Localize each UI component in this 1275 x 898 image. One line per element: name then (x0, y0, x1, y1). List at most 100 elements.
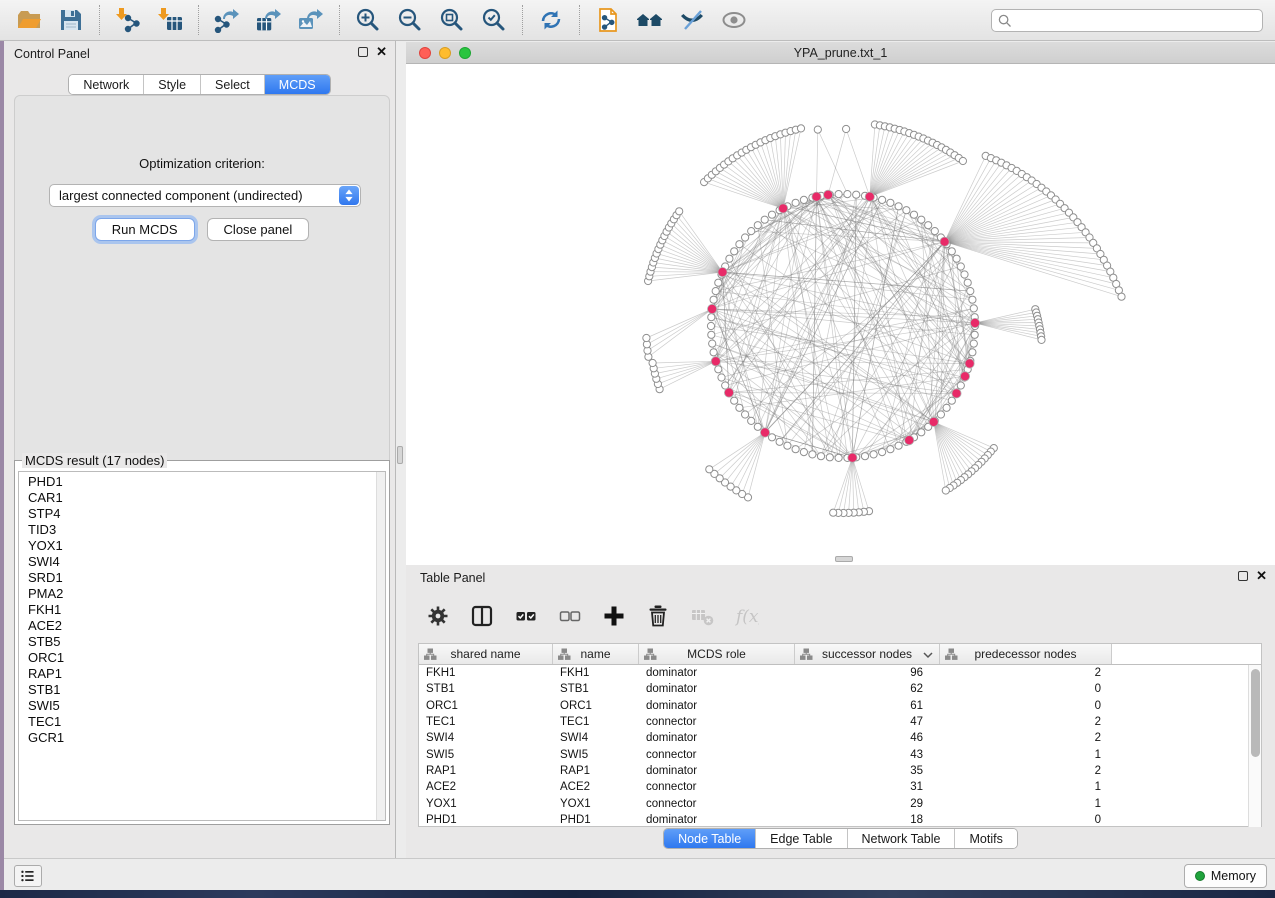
tab-mcds[interactable]: MCDS (265, 75, 330, 94)
show-all-icon[interactable] (719, 5, 749, 35)
show-columns-icon[interactable] (467, 601, 497, 631)
tab-node-table[interactable]: Node Table (664, 829, 756, 848)
column-header-shared-name[interactable]: shared name (419, 644, 553, 664)
table-scrollbar-thumb[interactable] (1251, 669, 1260, 757)
cell-shared-name: PHD1 (419, 814, 553, 826)
toolbar-separator (339, 5, 340, 35)
table-row[interactable]: ORC1ORC1dominator610 (419, 698, 1261, 714)
control-panel-header: Control Panel ✕ (4, 41, 395, 67)
first-neighbors-icon[interactable] (635, 5, 665, 35)
cell-MCDS-role: dominator (639, 732, 795, 744)
cell-name: PHD1 (553, 814, 639, 826)
cell-successor-nodes: 96 (795, 667, 940, 679)
delete-columns-icon[interactable] (643, 601, 673, 631)
tab-network-table[interactable]: Network Table (848, 829, 956, 848)
column-header-MCDS-role[interactable]: MCDS role (639, 644, 795, 664)
memory-button[interactable]: Memory (1184, 864, 1267, 888)
svg-text:f(x): f(x) (734, 607, 759, 627)
task-history-button[interactable] (14, 865, 42, 887)
result-node[interactable]: TID3 (28, 522, 64, 538)
zoom-fit-icon[interactable] (437, 5, 467, 35)
result-node[interactable]: PHD1 (28, 474, 64, 490)
export-image-icon[interactable] (296, 5, 326, 35)
hide-selected-icon[interactable] (677, 5, 707, 35)
export-table-icon[interactable] (254, 5, 284, 35)
result-node[interactable]: YOX1 (28, 538, 64, 554)
tab-select[interactable]: Select (201, 75, 265, 94)
result-node[interactable]: GCR1 (28, 730, 64, 746)
cell-shared-name: ORC1 (419, 700, 553, 712)
refresh-network-icon[interactable] (536, 5, 566, 35)
mcds-result-title: MCDS result (17 nodes) (22, 453, 167, 468)
zoom-in-icon[interactable] (353, 5, 383, 35)
result-node[interactable]: SRD1 (28, 570, 64, 586)
cell-successor-nodes: 46 (795, 732, 940, 744)
save-session-icon[interactable] (56, 5, 86, 35)
search-icon (998, 14, 1012, 28)
tab-style[interactable]: Style (144, 75, 201, 94)
result-node[interactable]: RAP1 (28, 666, 64, 682)
close-panel-icon[interactable]: ✕ (376, 47, 387, 57)
table-mode-icon[interactable] (423, 601, 453, 631)
cell-MCDS-role: connector (639, 781, 795, 793)
run-mcds-button[interactable]: Run MCDS (95, 218, 195, 241)
result-scrollbar[interactable] (376, 472, 385, 820)
import-network-icon[interactable] (113, 5, 143, 35)
close-panel-button[interactable]: Close panel (207, 218, 310, 241)
result-node[interactable]: ORC1 (28, 650, 64, 666)
table-row[interactable]: FKH1FKH1dominator962 (419, 665, 1261, 681)
criterion-label: Optimization criterion: (15, 156, 389, 171)
column-header-name[interactable]: name (553, 644, 639, 664)
table-row[interactable]: STB1STB1dominator620 (419, 681, 1261, 697)
cell-successor-nodes: 31 (795, 781, 940, 793)
network-canvas[interactable] (406, 64, 1275, 565)
tab-edge-table[interactable]: Edge Table (756, 829, 847, 848)
tab-motifs[interactable]: Motifs (955, 829, 1016, 848)
table-scrollbar[interactable] (1248, 665, 1261, 827)
result-node[interactable]: TEC1 (28, 714, 64, 730)
result-node[interactable]: STP4 (28, 506, 64, 522)
mcds-tab-content: Optimization criterion: largest connecte… (14, 95, 390, 499)
result-node[interactable]: ACE2 (28, 618, 64, 634)
mcds-result-list[interactable]: PHD1CAR1STP4TID3YOX1SWI4SRD1PMA2FKH1ACE2… (28, 474, 64, 746)
main-toolbar (0, 0, 1275, 41)
table-row[interactable]: SWI5SWI5connector431 (419, 746, 1261, 762)
result-node[interactable]: STB1 (28, 682, 64, 698)
network-graph[interactable] (406, 64, 1273, 565)
table-row[interactable]: PHD1PHD1dominator180 (419, 812, 1261, 828)
toolbar-separator (579, 5, 580, 35)
zoom-out-icon[interactable] (395, 5, 425, 35)
tab-network[interactable]: Network (69, 75, 144, 94)
table-row[interactable]: RAP1RAP1dominator352 (419, 763, 1261, 779)
table-row[interactable]: TEC1TEC1connector472 (419, 714, 1261, 730)
table-row[interactable]: ACE2ACE2connector311 (419, 779, 1261, 795)
export-network-icon[interactable] (212, 5, 242, 35)
create-column-icon[interactable] (599, 601, 629, 631)
result-node[interactable]: PMA2 (28, 586, 64, 602)
cell-successor-nodes: 61 (795, 700, 940, 712)
result-node[interactable]: SWI4 (28, 554, 64, 570)
result-node[interactable]: STB5 (28, 634, 64, 650)
float-table-panel-icon[interactable] (1238, 571, 1248, 581)
import-table-icon[interactable] (155, 5, 185, 35)
mcds-result-box: MCDS result (17 nodes) PHD1CAR1STP4TID3Y… (14, 453, 390, 825)
result-node[interactable]: FKH1 (28, 602, 64, 618)
select-all-rows-icon[interactable] (511, 601, 541, 631)
deselect-all-rows-icon[interactable] (555, 601, 585, 631)
result-node[interactable]: SWI5 (28, 698, 64, 714)
zoom-selected-icon[interactable] (479, 5, 509, 35)
horizontal-splitter-grip[interactable] (835, 556, 853, 562)
table-row[interactable]: SWI4SWI4dominator462 (419, 730, 1261, 746)
close-table-panel-icon[interactable]: ✕ (1256, 571, 1267, 581)
open-file-icon[interactable] (14, 5, 44, 35)
column-header-predecessor-nodes[interactable]: predecessor nodes (940, 644, 1112, 664)
column-header-successor-nodes[interactable]: successor nodes (795, 644, 940, 664)
float-panel-icon[interactable] (358, 47, 368, 57)
result-node[interactable]: CAR1 (28, 490, 64, 506)
vertical-splitter-grip[interactable] (397, 446, 403, 464)
criterion-select[interactable]: largest connected component (undirected) (49, 184, 361, 207)
cell-name: STB1 (553, 683, 639, 695)
table-row[interactable]: YOX1YOX1connector291 (419, 795, 1261, 811)
new-network-from-selection-icon[interactable] (593, 5, 623, 35)
search-input[interactable] (1016, 11, 1256, 30)
